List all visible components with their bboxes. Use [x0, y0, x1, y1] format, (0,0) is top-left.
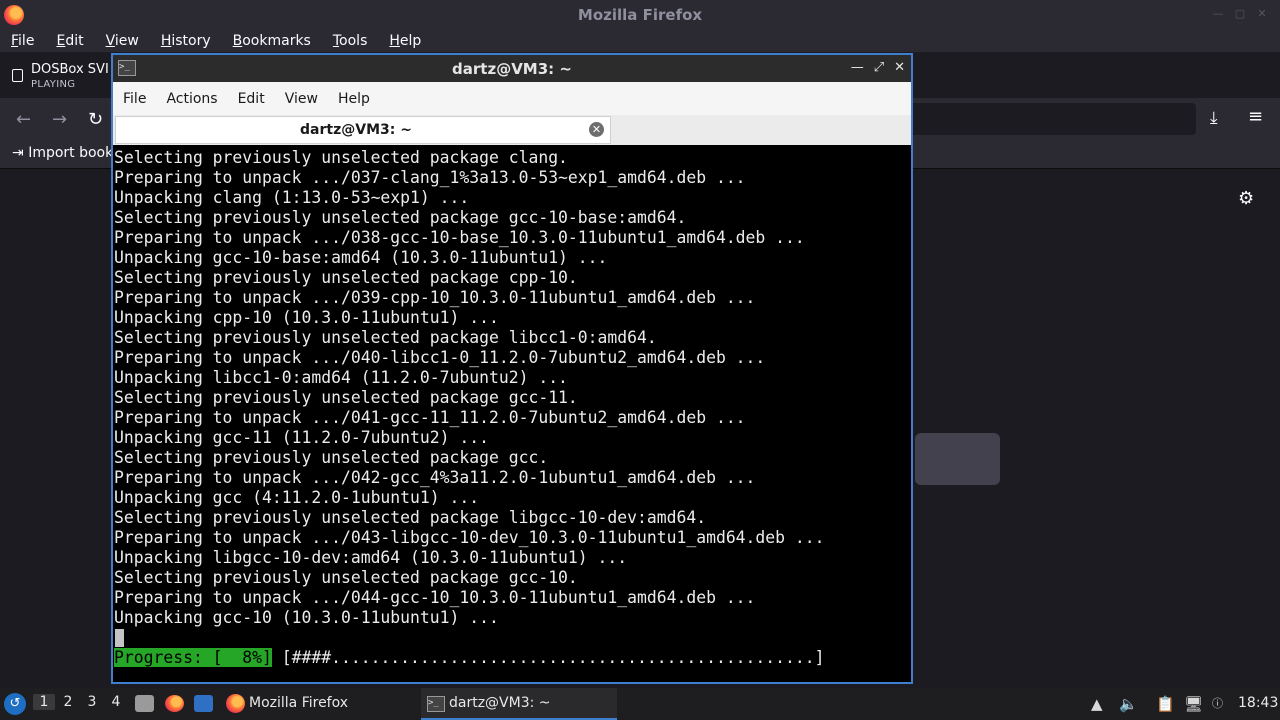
taskbar: ↺ 1 2 3 4 Mozilla Firefox >_ dartz@VM3: … — [0, 688, 1280, 720]
progress-bar: [####...................................… — [271, 648, 825, 667]
terminal-app-icon: >_ — [118, 60, 136, 76]
terminal-line: Preparing to unpack .../043-libgcc-10-de… — [114, 528, 825, 547]
maximize-icon[interactable]: ▢ — [1234, 8, 1246, 20]
firefox-launcher-icon[interactable] — [165, 695, 184, 712]
terminal-line: Unpacking libcc1-0:amd64 (11.2.0-7ubuntu… — [114, 368, 568, 387]
start-menu-icon[interactable]: ↺ — [4, 693, 26, 715]
terminal-tab-label: dartz@VM3: ~ — [300, 122, 412, 138]
terminal-menu-view[interactable]: View — [275, 91, 328, 107]
menu-tools[interactable]: Tools — [322, 33, 379, 49]
desktop-icon[interactable] — [194, 695, 213, 712]
workspace-4[interactable]: 4 — [105, 694, 127, 710]
menu-file[interactable]: File — [0, 33, 45, 49]
browser-tab[interactable]: DOSBox SVI PLAYING — [4, 58, 124, 94]
terminal-line: Selecting previously unselected package … — [114, 148, 568, 167]
menu-history[interactable]: History — [150, 33, 222, 49]
firefox-titlebar: Mozilla Firefox — ▢ ✕ — [0, 0, 1280, 30]
terminal-tabbar: dartz@VM3: ~ ✕ — [113, 115, 911, 145]
back-icon[interactable]: ← — [16, 109, 31, 130]
menu-help[interactable]: Help — [378, 33, 432, 49]
terminal-line: Preparing to unpack .../041-gcc-11_11.2.… — [114, 408, 746, 427]
maximize-icon[interactable]: ⤢ — [874, 60, 884, 75]
terminal-line: Selecting previously unselected package … — [114, 568, 578, 587]
download-icon[interactable]: ⤓ — [1210, 108, 1218, 128]
terminal-lines: Selecting previously unselected package … — [114, 148, 825, 628]
terminal-line: Selecting previously unselected package … — [114, 448, 549, 467]
content-card[interactable] — [915, 433, 1000, 485]
terminal-menu-actions[interactable]: Actions — [156, 91, 227, 107]
file-manager-icon[interactable] — [135, 695, 154, 712]
terminal-menu-file[interactable]: File — [113, 91, 156, 107]
forward-icon[interactable]: → — [52, 109, 67, 130]
firefox-icon — [226, 694, 245, 713]
clock[interactable]: 18:43 — [1238, 695, 1278, 711]
reload-icon[interactable]: ↻ — [88, 109, 103, 130]
terminal-titlebar[interactable]: >_ dartz@VM3: ~ — ⤢ ✕ — [113, 55, 911, 82]
menu-view[interactable]: View — [95, 33, 150, 49]
terminal-menu-edit[interactable]: Edit — [228, 91, 275, 107]
import-bookmarks-item[interactable]: ⇥ Import book — [12, 145, 113, 161]
workspace-2[interactable]: 2 — [57, 694, 79, 710]
notification-icon[interactable]: ⓘ — [1212, 695, 1223, 711]
minimize-icon[interactable]: — — [1212, 8, 1224, 20]
terminal-menubar: File Actions Edit View Help — [113, 82, 911, 115]
terminal-output[interactable]: Selecting previously unselected package … — [113, 146, 911, 682]
menu-bookmarks[interactable]: Bookmarks — [222, 33, 322, 49]
network-icon[interactable]: 🖥 — [1184, 695, 1203, 713]
clipboard-icon[interactable]: 📋 — [1156, 695, 1175, 713]
taskbar-task-terminal-label: dartz@VM3: ~ — [449, 695, 551, 711]
minimize-icon[interactable]: — — [851, 60, 864, 75]
terminal-line: Selecting previously unselected package … — [114, 328, 657, 347]
terminal-menu-help[interactable]: Help — [328, 91, 380, 107]
hamburger-menu-icon[interactable]: ≡ — [1248, 106, 1263, 127]
tab-title: DOSBox SVI — [31, 62, 109, 77]
volume-icon[interactable]: 🔈 — [1119, 695, 1138, 713]
tab-playing-label: PLAYING — [31, 79, 76, 90]
tab-trash-icon — [12, 69, 23, 82]
terminal-line: Unpacking gcc-11 (11.2.0-7ubuntu2) ... — [114, 428, 489, 447]
terminal-line: Preparing to unpack .../037-clang_1%3a13… — [114, 168, 746, 187]
terminal-line: Unpacking gcc (4:11.2.0-1ubuntu1) ... — [114, 488, 480, 507]
terminal-line: Preparing to unpack .../039-cpp-10_10.3.… — [114, 288, 756, 307]
terminal-line: Preparing to unpack .../040-libcc1-0_11.… — [114, 348, 766, 367]
terminal-line: Unpacking clang (1:13.0-53~exp1) ... — [114, 188, 470, 207]
terminal-line: Preparing to unpack .../042-gcc_4%3a11.2… — [114, 468, 756, 487]
terminal-line: Preparing to unpack .../038-gcc-10-base_… — [114, 228, 805, 247]
menu-edit[interactable]: Edit — [45, 33, 94, 49]
gear-icon[interactable]: ⚙ — [1238, 188, 1254, 209]
workspace-3[interactable]: 3 — [81, 694, 103, 710]
firefox-logo-icon — [4, 5, 24, 25]
terminal-line: Selecting previously unselected package … — [114, 388, 578, 407]
terminal-line: Unpacking gcc-10-base:amd64 (10.3.0-11ub… — [114, 248, 608, 267]
terminal-line: Selecting previously unselected package … — [114, 268, 578, 287]
terminal-line: Unpacking libgcc-10-dev:amd64 (10.3.0-11… — [114, 548, 628, 567]
taskbar-task-terminal[interactable]: >_ dartz@VM3: ~ — [421, 688, 617, 720]
tab-close-icon[interactable]: ✕ — [589, 122, 604, 137]
terminal-window: >_ dartz@VM3: ~ — ⤢ ✕ File Actions Edit … — [111, 53, 913, 684]
close-icon[interactable]: ✕ — [894, 60, 905, 75]
terminal-icon: >_ — [427, 696, 445, 712]
firefox-menubar: File Edit View History Bookmarks Tools H… — [0, 30, 1280, 52]
terminal-line: Selecting previously unselected package … — [114, 508, 707, 527]
terminal-line: Selecting previously unselected package … — [114, 208, 687, 227]
import-bookmarks-label: Import book — [28, 145, 114, 161]
firefox-window-title: Mozilla Firefox — [577, 6, 703, 24]
terminal-window-controls: — ⤢ ✕ — [851, 60, 905, 75]
terminal-tab[interactable]: dartz@VM3: ~ ✕ — [115, 116, 611, 144]
taskbar-task-firefox[interactable]: Mozilla Firefox — [224, 688, 414, 720]
close-icon[interactable]: ✕ — [1256, 8, 1268, 20]
terminal-line: Preparing to unpack .../044-gcc-10_10.3.… — [114, 588, 756, 607]
workspace-1[interactable]: 1 — [33, 694, 55, 710]
terminal-line: Unpacking cpp-10 (10.3.0-11ubuntu1) ... — [114, 308, 499, 327]
taskbar-task-firefox-label: Mozilla Firefox — [249, 695, 349, 711]
terminal-line: Unpacking gcc-10 (10.3.0-11ubuntu1) ... — [114, 608, 499, 627]
progress-line: Progress: [ 8%] [####...................… — [114, 648, 825, 668]
terminal-window-title: dartz@VM3: ~ — [452, 59, 572, 78]
progress-label: Progress: [ 8%] — [114, 648, 272, 667]
tray-expand-icon[interactable]: ▲ — [1091, 695, 1103, 713]
terminal-cursor — [115, 629, 124, 647]
firefox-window-controls: — ▢ ✕ — [1212, 8, 1268, 20]
